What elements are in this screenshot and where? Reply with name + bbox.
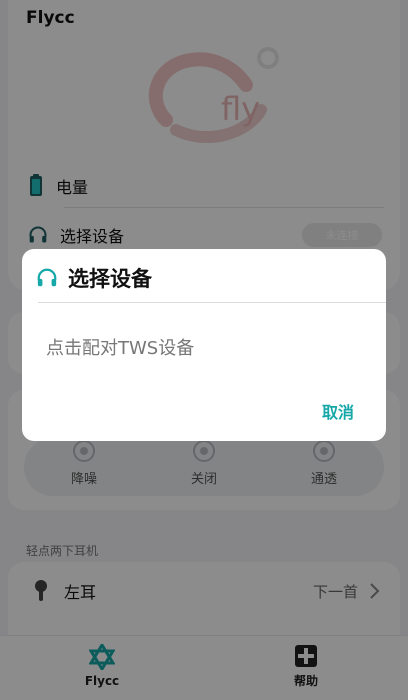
dialog-divider <box>38 302 386 303</box>
dialog-message[interactable]: 点击配对TWS设备 <box>46 334 194 360</box>
dialog-header: 选择设备 <box>36 263 152 293</box>
cancel-button[interactable]: 取消 <box>322 399 354 423</box>
select-device-dialog: 选择设备 点击配对TWS设备 取消 <box>22 249 386 441</box>
headphones-icon <box>37 268 57 287</box>
dialog-title: 选择设备 <box>68 267 152 291</box>
